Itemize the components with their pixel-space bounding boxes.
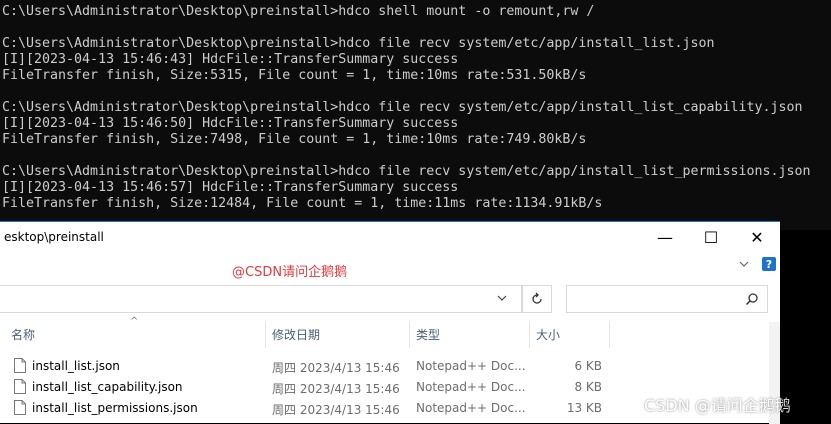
refresh-icon <box>532 292 542 304</box>
file-date: 周四 2023/4/13 15:46 <box>272 403 400 417</box>
file-name: install_list_permissions.json <box>32 401 198 415</box>
file-row[interactable]: install_list.json 周四 2023/4/13 15:46 Not… <box>0 356 780 377</box>
minimize-icon: — <box>657 227 673 247</box>
search-input[interactable] <box>566 285 768 313</box>
search-icon <box>745 293 758 306</box>
maximize-button[interactable]: ☐ <box>688 222 734 252</box>
file-type: Notepad++ Doc... <box>416 359 526 373</box>
help-button[interactable]: ? <box>762 257 776 271</box>
maximize-icon: ☐ <box>703 227 719 247</box>
file-name: install_list.json <box>32 359 120 373</box>
file-date: 周四 2023/4/13 15:46 <box>272 361 400 375</box>
column-divider[interactable] <box>409 322 410 348</box>
file-size: 13 KB <box>566 401 602 415</box>
console-line: [I][2023-04-13 15:46:50] HdcFile::Transf… <box>2 116 459 131</box>
console-line: [I][2023-04-13 15:46:57] HdcFile::Transf… <box>2 180 459 195</box>
file-size: 6 KB <box>574 359 602 373</box>
console-line: C:\Users\Administrator\Desktop\preinstal… <box>2 164 811 179</box>
sort-ascending-icon: ^ <box>130 316 139 327</box>
console-line: FileTransfer finish, Size:5315, File cou… <box>2 68 587 83</box>
refresh-button[interactable] <box>522 285 552 313</box>
close-button[interactable]: ✕ <box>734 222 780 252</box>
file-name: install_list_capability.json <box>32 380 183 394</box>
window-title: esktop\preinstall <box>4 230 104 244</box>
address-bar[interactable] <box>0 285 522 313</box>
console-line: C:\Users\Administrator\Desktop\preinstal… <box>2 100 803 115</box>
console-line: FileTransfer finish, Size:12484, File co… <box>2 196 603 211</box>
console-line: FileTransfer finish, Size:7498, File cou… <box>2 132 587 147</box>
close-icon: ✕ <box>750 227 764 247</box>
console-line: C:\Users\Administrator\Desktop\preinstal… <box>2 36 715 51</box>
watermark-text: CSDN @请问企鹅鹅 <box>644 396 791 415</box>
file-icon <box>14 379 26 394</box>
column-divider[interactable] <box>609 322 610 348</box>
column-header-name[interactable]: 名称 <box>11 322 35 346</box>
minimize-button[interactable]: — <box>642 222 688 252</box>
console-window[interactable]: C:\Users\Administrator\Desktop\preinstal… <box>0 0 831 230</box>
console-line: [I][2023-04-13 15:46:43] HdcFile::Transf… <box>2 52 459 67</box>
column-divider[interactable] <box>529 322 530 348</box>
file-date: 周四 2023/4/13 15:46 <box>272 382 400 396</box>
file-size: 8 KB <box>574 380 602 394</box>
column-header-size[interactable]: 大小 <box>536 322 560 346</box>
address-dropdown-icon[interactable] <box>496 292 508 307</box>
column-header-type[interactable]: 类型 <box>416 322 440 346</box>
watermark-text: @CSDN请问企鹅鹅 <box>232 265 348 280</box>
column-header-date[interactable]: 修改日期 <box>272 322 320 346</box>
file-icon <box>14 400 26 415</box>
console-line: C:\Users\Administrator\Desktop\preinstal… <box>2 4 595 19</box>
column-divider[interactable] <box>265 322 266 348</box>
file-icon <box>14 358 26 373</box>
file-type: Notepad++ Doc... <box>416 380 526 394</box>
chevron-down-icon[interactable] <box>737 257 751 271</box>
file-type: Notepad++ Doc... <box>416 401 526 415</box>
